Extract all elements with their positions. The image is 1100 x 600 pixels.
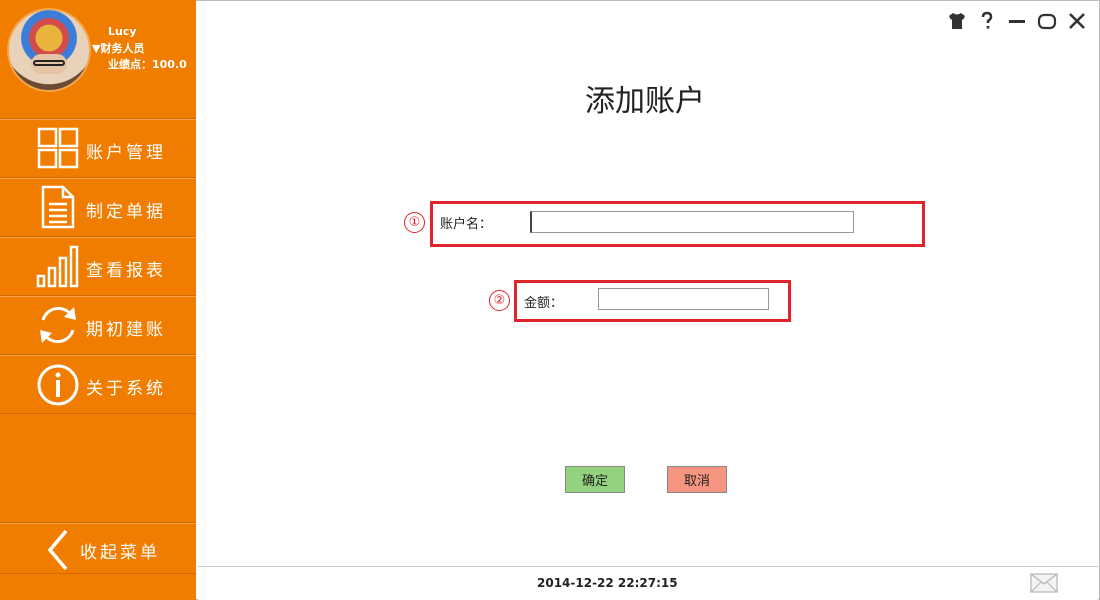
sidebar-item-view-reports[interactable]: 查看报表 [0, 236, 196, 295]
sidebar-divider [0, 413, 196, 414]
user-name: Lucy [108, 25, 137, 38]
help-button[interactable] [976, 10, 998, 32]
account-name-label: 账户名： [440, 217, 493, 232]
close-icon [1069, 13, 1085, 29]
marker-1: ① [404, 212, 425, 233]
avatar-glasses [33, 60, 65, 66]
collapse-menu-button[interactable]: 收起菜单 [0, 522, 196, 574]
grid-icon [37, 127, 79, 169]
cancel-button[interactable]: 取消 [667, 466, 727, 493]
info-icon [37, 364, 79, 406]
user-role[interactable]: ▼财务人员 [92, 40, 144, 56]
maximize-button[interactable] [1036, 10, 1058, 32]
close-button[interactable] [1066, 10, 1088, 32]
sidebar-item-account-management[interactable]: 账户管理 [0, 118, 196, 177]
timestamp: 2014-12-22 22:27:15 [537, 576, 678, 590]
amount-input[interactable] [598, 288, 769, 310]
user-profile: Lucy ▼财务人员 业绩点：100.0 [0, 0, 196, 118]
sidebar-item-create-document[interactable]: 制定单据 [0, 177, 196, 236]
sidebar-item-label: 关于系统 [86, 379, 166, 399]
confirm-button[interactable]: 确定 [565, 466, 625, 493]
sidebar-item-label: 制定单据 [86, 202, 166, 222]
bar-chart-icon [36, 245, 79, 288]
minimize-icon [1009, 20, 1025, 23]
sidebar-item-label: 期初建账 [86, 320, 166, 340]
maximize-icon [1037, 13, 1057, 30]
sidebar-item-about-system[interactable]: 关于系统 [0, 354, 196, 413]
window-controls [946, 10, 1088, 32]
minimize-button[interactable] [1006, 10, 1028, 32]
status-bar: 2014-12-22 22:27:15 [198, 566, 1098, 600]
sidebar-item-label: 账户管理 [86, 143, 166, 163]
sidebar-item-opening-setup[interactable]: 期初建账 [0, 295, 196, 354]
sidebar-item-label: 查看报表 [86, 261, 166, 281]
sidebar: Lucy ▼财务人员 业绩点：100.0 账户管理 制定单据 查看报表 期初建账… [0, 0, 196, 600]
amount-label: 金额： [524, 296, 564, 311]
collapse-menu-label: 收起菜单 [80, 543, 160, 563]
tshirt-icon [949, 13, 965, 29]
question-icon [981, 11, 993, 29]
document-icon [41, 185, 75, 229]
refresh-icon [40, 306, 76, 344]
account-name-input[interactable] [530, 211, 854, 233]
skin-button[interactable] [946, 10, 968, 32]
user-points: 业绩点：100.0 [108, 58, 187, 71]
mail-icon[interactable] [1030, 573, 1058, 593]
page-title: 添加账户 [585, 84, 705, 119]
avatar[interactable] [7, 8, 91, 92]
marker-2: ② [489, 290, 510, 311]
